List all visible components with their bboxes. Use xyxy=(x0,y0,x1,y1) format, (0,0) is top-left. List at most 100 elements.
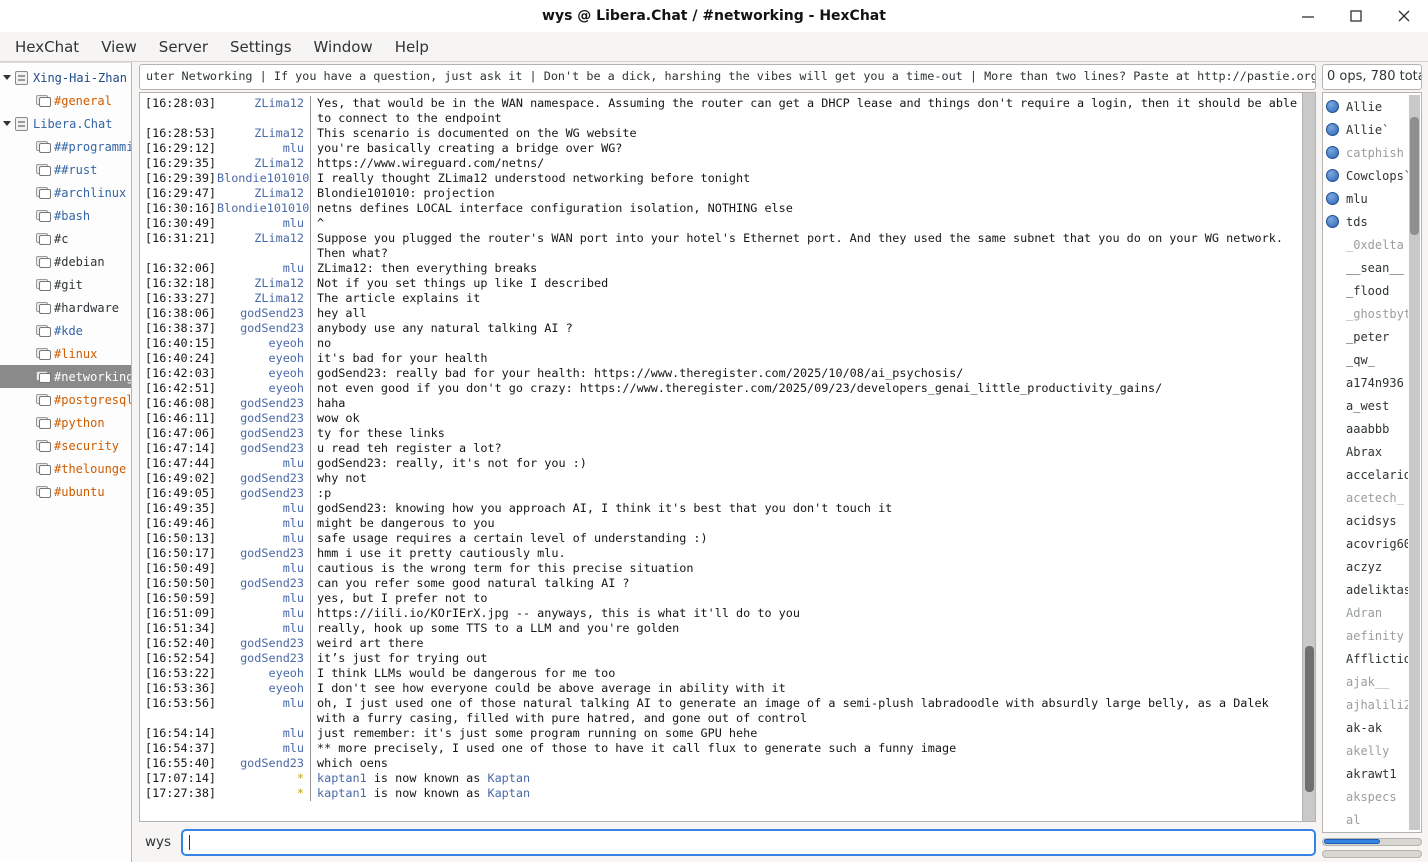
tree-channel--debian[interactable]: #debian xyxy=(0,250,131,273)
user-list-item[interactable]: a174n936 xyxy=(1326,371,1408,394)
nick-label[interactable]: godSend23 xyxy=(217,426,310,441)
nick-label[interactable]: godSend23 xyxy=(217,471,310,486)
nick-label[interactable]: Blondie101010 xyxy=(217,171,310,186)
nick-label[interactable]: eyeoh xyxy=(217,351,310,366)
nick-label[interactable]: mlu xyxy=(217,726,310,741)
nick-label[interactable]: godSend23 xyxy=(217,756,310,771)
tree-channel--bash[interactable]: #bash xyxy=(0,204,131,227)
user-list-item[interactable]: _0xdelta xyxy=(1326,233,1408,256)
nick-label[interactable]: mlu xyxy=(217,216,310,231)
nick-label[interactable]: ZLima12 xyxy=(217,231,310,261)
user-list-item[interactable]: Cowclops` xyxy=(1326,164,1408,187)
tree-channel--ubuntu[interactable]: #ubuntu xyxy=(0,480,131,503)
nick-label[interactable]: mlu xyxy=(217,456,310,471)
tree-channel--hardware[interactable]: #hardware xyxy=(0,296,131,319)
userlist-scrollbar-thumb[interactable] xyxy=(1410,117,1419,235)
nick-label[interactable]: eyeoh xyxy=(217,681,310,696)
tree-channel--general[interactable]: #general xyxy=(0,89,131,112)
nick-label[interactable]: mlu xyxy=(217,696,310,726)
menu-item-window[interactable]: Window xyxy=(303,34,384,60)
menu-item-view[interactable]: View xyxy=(90,34,148,60)
user-list-item[interactable]: aaabbb xyxy=(1326,417,1408,440)
user-list-item[interactable]: _peter xyxy=(1326,325,1408,348)
user-list-item[interactable]: adeliktas xyxy=(1326,578,1408,601)
expander-icon[interactable] xyxy=(3,75,11,80)
user-list-item[interactable]: accelario xyxy=(1326,463,1408,486)
nick-label[interactable]: godSend23 xyxy=(217,546,310,561)
message-input[interactable] xyxy=(181,829,1316,856)
user-list-item[interactable]: aczyz xyxy=(1326,555,1408,578)
user-list-item[interactable]: akspecs xyxy=(1326,785,1408,808)
chat-scrollbar-thumb[interactable] xyxy=(1305,646,1314,792)
nick-label[interactable]: ZLima12 xyxy=(217,156,310,171)
chat-scrollbar[interactable] xyxy=(1302,93,1315,821)
user-list-item[interactable]: acidsys xyxy=(1326,509,1408,532)
nick-label[interactable]: ZLima12 xyxy=(217,291,310,306)
user-list-item[interactable]: al xyxy=(1326,808,1408,831)
nick-label[interactable]: mlu xyxy=(217,591,310,606)
nick-label[interactable]: ZLima12 xyxy=(217,186,310,201)
tree-channel--security[interactable]: #security xyxy=(0,434,131,457)
nick-label[interactable]: mlu xyxy=(217,621,310,636)
nick-label[interactable]: godSend23 xyxy=(217,651,310,666)
user-list-item[interactable]: ajak__ xyxy=(1326,670,1408,693)
nick-label[interactable]: mlu xyxy=(217,561,310,576)
nick-label[interactable]: mlu xyxy=(217,261,310,276)
user-list-item[interactable]: mlu xyxy=(1326,187,1408,210)
tree-channel--programming[interactable]: ##programming xyxy=(0,135,131,158)
nick-label[interactable]: mlu xyxy=(217,741,310,756)
tree-channel--kde[interactable]: #kde xyxy=(0,319,131,342)
user-list-item[interactable]: acovrig60 xyxy=(1326,532,1408,555)
user-list-item[interactable]: Adran xyxy=(1326,601,1408,624)
user-list-item[interactable]: _qw_ xyxy=(1326,348,1408,371)
tree-channel--python[interactable]: #python xyxy=(0,411,131,434)
nick-label[interactable]: mlu xyxy=(217,141,310,156)
tree-channel--rust[interactable]: ##rust xyxy=(0,158,131,181)
nick-label[interactable]: godSend23 xyxy=(217,441,310,456)
user-list-item[interactable]: _ghostbyt xyxy=(1326,302,1408,325)
nick-label[interactable]: godSend23 xyxy=(217,486,310,501)
nick-label[interactable]: godSend23 xyxy=(217,636,310,651)
user-list-item[interactable]: Afflictio xyxy=(1326,647,1408,670)
tree-channel--postgresql[interactable]: #postgresql xyxy=(0,388,131,411)
maximize-icon[interactable] xyxy=(1346,6,1366,26)
user-list-item[interactable]: ajhalili2 xyxy=(1326,693,1408,716)
tree-channel--c[interactable]: #c xyxy=(0,227,131,250)
tree-server-xing-hai-zhan[interactable]: Xing-Hai-Zhan xyxy=(0,66,131,89)
nick-label[interactable]: mlu xyxy=(217,606,310,621)
menu-item-settings[interactable]: Settings xyxy=(219,34,303,60)
user-list-item[interactable]: acetech_ xyxy=(1326,486,1408,509)
user-list-item[interactable]: ak-ak xyxy=(1326,716,1408,739)
menu-item-server[interactable]: Server xyxy=(148,34,219,60)
tree-channel--thelounge[interactable]: #thelounge xyxy=(0,457,131,480)
menu-item-hexchat[interactable]: HexChat xyxy=(4,34,90,60)
user-list-item[interactable]: aefinity xyxy=(1326,624,1408,647)
nick-label[interactable]: mlu xyxy=(217,531,310,546)
user-list-item[interactable]: akelly xyxy=(1326,739,1408,762)
user-list-item[interactable]: akrawt1 xyxy=(1326,762,1408,785)
nick-label[interactable]: eyeoh xyxy=(217,381,310,396)
user-list-item[interactable]: Allie` xyxy=(1326,118,1408,141)
tree-channel--linux[interactable]: #linux xyxy=(0,342,131,365)
userlist-scrollbar[interactable] xyxy=(1409,95,1420,830)
nick-label[interactable]: eyeoh xyxy=(217,336,310,351)
user-list-item[interactable]: __sean__ xyxy=(1326,256,1408,279)
expander-icon[interactable] xyxy=(3,121,11,126)
user-list-item[interactable]: catphish xyxy=(1326,141,1408,164)
nick-label[interactable]: ZLima12 xyxy=(217,276,310,291)
topic-input[interactable]: uter Networking | If you have a question… xyxy=(139,64,1316,90)
nick-label[interactable]: eyeoh xyxy=(217,666,310,681)
nick-label[interactable]: godSend23 xyxy=(217,396,310,411)
tree-server-libera-chat[interactable]: Libera.Chat xyxy=(0,112,131,135)
user-list-item[interactable]: Allie xyxy=(1326,95,1408,118)
minimize-icon[interactable] xyxy=(1298,6,1318,26)
user-list-item[interactable]: Abrax xyxy=(1326,440,1408,463)
user-list-item[interactable]: a_west xyxy=(1326,394,1408,417)
tree-channel--archlinux[interactable]: #archlinux xyxy=(0,181,131,204)
user-list-item[interactable]: _flood xyxy=(1326,279,1408,302)
nick-label[interactable]: godSend23 xyxy=(217,411,310,426)
tree-channel--networking[interactable]: #networking xyxy=(0,365,131,388)
nick-label[interactable]: godSend23 xyxy=(217,576,310,591)
nick-label[interactable]: godSend23 xyxy=(217,306,310,321)
nick-label[interactable]: eyeoh xyxy=(217,366,310,381)
